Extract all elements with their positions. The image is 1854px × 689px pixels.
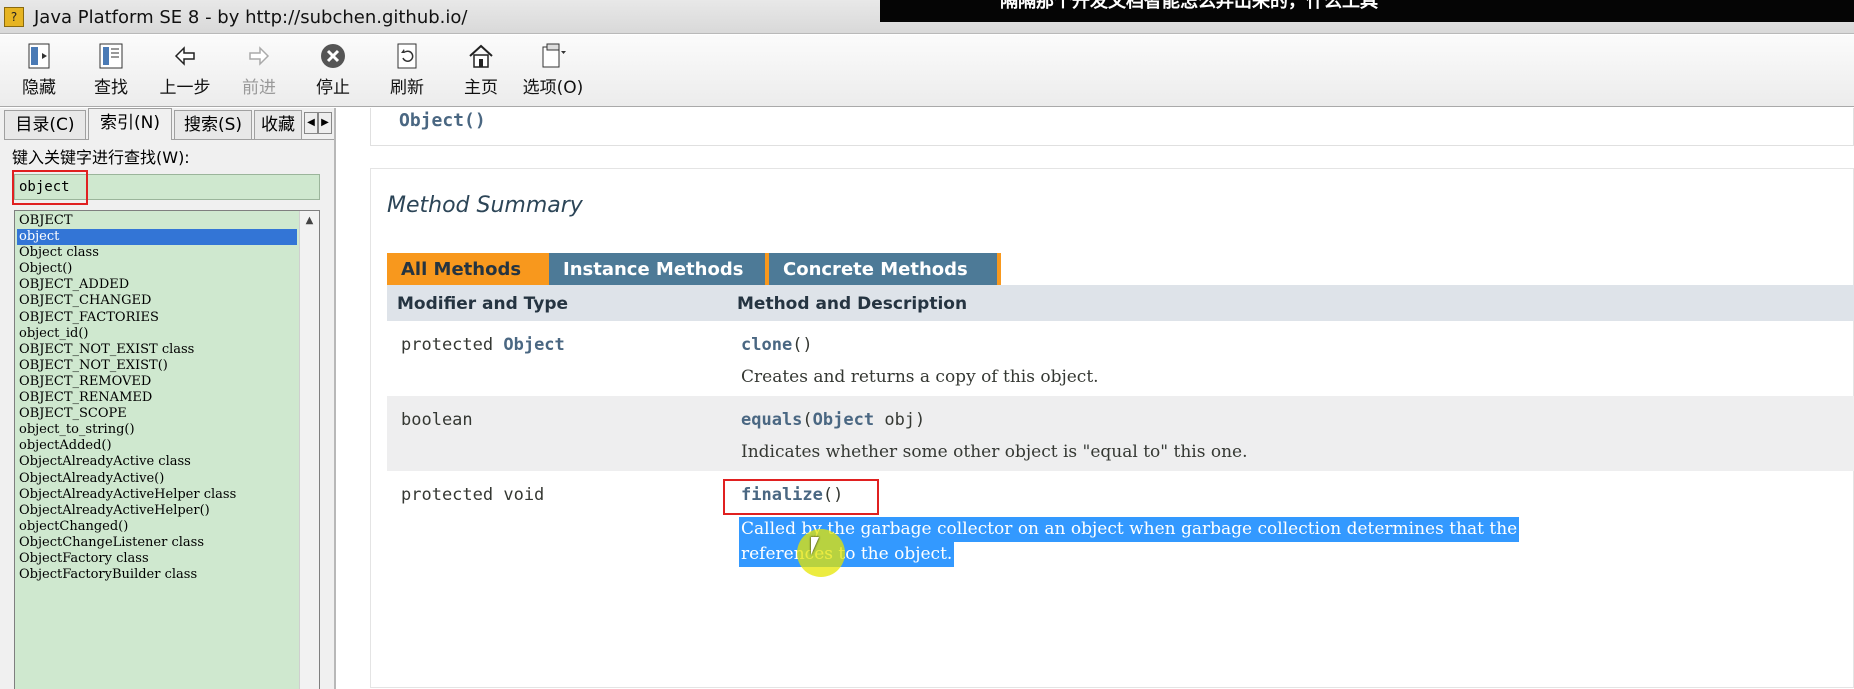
window-title-bar: ? Java Platform SE 8 - by http://subchen…	[0, 0, 1854, 34]
index-results-list[interactable]: OBJECT object Object class Object() OBJECT_A…	[14, 210, 320, 689]
list-item[interactable]: OBJECT_RENAMED	[17, 390, 297, 406]
table-header: Modifier and Type Method and Description	[387, 285, 1854, 321]
tab-scroll-right-icon[interactable]: ▶	[318, 112, 332, 134]
back-arrow-icon	[174, 46, 195, 66]
options-button[interactable]: 选项(O)	[516, 41, 590, 101]
table-row: boolean equals(Object obj) Indicates whe…	[387, 396, 1854, 471]
list-item[interactable]: ObjectAlreadyActiveHelper()	[17, 503, 297, 519]
options-icon	[542, 43, 566, 68]
scroll-up-icon[interactable]: ▲	[300, 215, 319, 226]
modifier-type: boolean	[401, 410, 473, 430]
method-link-clone[interactable]: clone	[741, 335, 792, 355]
finalize-highlight-box	[723, 479, 879, 515]
tab-instance-methods[interactable]: Instance Methods	[549, 253, 769, 285]
list-item[interactable]: objectAdded()	[17, 438, 297, 454]
method-summary-title: Method Summary	[387, 193, 583, 218]
list-item[interactable]: ObjectAlreadyActiveHelper class	[17, 487, 297, 503]
nav-tabs: 目录(C) 索引(N) 搜索(S) 收藏 ◀ ▶	[4, 108, 334, 140]
modifier-type: protected Object	[401, 335, 565, 355]
list-item[interactable]: OBJECT_REMOVED	[17, 374, 297, 390]
results-items: OBJECT object Object class Object() OBJECT_A…	[17, 213, 297, 583]
tab-favorites[interactable]: 收藏	[254, 110, 302, 139]
list-item[interactable]: ObjectAlreadyActive()	[17, 471, 297, 487]
refresh-icon	[397, 43, 417, 69]
list-item[interactable]: OBJECT_ADDED	[17, 277, 297, 293]
keyword-input[interactable]	[14, 174, 320, 200]
video-caption-overlay: 隔隔那个开发文档智能怎么弄出来的，什么工具	[880, 0, 1854, 22]
constructor-link[interactable]: Object()	[399, 110, 486, 131]
list-item[interactable]: OBJECT_NOT_EXIST class	[17, 342, 297, 358]
modifier-type: protected void	[401, 485, 545, 505]
column-header-method: Method and Description	[737, 294, 968, 314]
list-item[interactable]: Object class	[17, 245, 297, 261]
list-item[interactable]: OBJECT_NOT_EXIST()	[17, 358, 297, 374]
cursor-highlight	[797, 529, 845, 577]
method-signature: equals(Object obj)	[741, 410, 926, 430]
list-item[interactable]: Object()	[17, 261, 297, 277]
list-item[interactable]: object_id()	[17, 326, 297, 342]
method-signature: clone()	[741, 335, 813, 355]
hide-button[interactable]: 隐藏	[2, 41, 76, 101]
column-header-modifier: Modifier and Type	[397, 294, 569, 314]
method-description-selected: Called by the garbage collector on an ob…	[739, 517, 1520, 567]
table-row: protected Object clone() Creates and ret…	[387, 321, 1854, 396]
list-item[interactable]: ObjectChangeListener class	[17, 535, 297, 551]
list-item[interactable]: objectChanged()	[17, 519, 297, 535]
help-app-icon: ?	[4, 7, 24, 27]
home-button[interactable]: 主页	[444, 41, 518, 101]
list-item[interactable]: OBJECT_CHANGED	[17, 293, 297, 309]
results-scrollbar[interactable]: ▲	[299, 211, 319, 689]
locate-button[interactable]: 查找	[74, 41, 148, 101]
forward-arrow-icon	[249, 46, 270, 66]
tab-concrete-methods[interactable]: Concrete Methods	[769, 253, 1001, 285]
method-summary-table: Modifier and Type Method and Description…	[387, 285, 1854, 577]
mouse-cursor-icon	[811, 537, 819, 555]
method-summary-section: Method Summary All Methods Instance Meth…	[370, 168, 1854, 688]
type-link[interactable]: Object	[503, 335, 564, 355]
table-row: protected void finalize() Called by the …	[387, 471, 1854, 577]
constructor-box: Object()	[370, 108, 1854, 146]
method-description: Indicates whether some other object is "…	[741, 442, 1248, 462]
list-item[interactable]: ObjectFactoryBuilder class	[17, 567, 297, 583]
back-button[interactable]: 上一步	[148, 41, 222, 101]
param-type-link[interactable]: Object	[813, 410, 874, 430]
forward-button[interactable]: 前进	[222, 41, 296, 101]
list-item[interactable]: OBJECT	[17, 213, 297, 229]
tab-scroll-left-icon[interactable]: ◀	[304, 112, 318, 134]
method-link-equals[interactable]: equals	[741, 410, 802, 430]
stop-icon	[321, 44, 345, 68]
tab-index[interactable]: 索引(N)	[88, 108, 172, 140]
list-item[interactable]: ObjectAlreadyActive class	[17, 454, 297, 470]
list-item[interactable]: OBJECT_SCOPE	[17, 406, 297, 422]
refresh-button[interactable]: 刷新	[370, 41, 444, 101]
window-title: Java Platform SE 8 - by http://subchen.g…	[34, 7, 468, 28]
stop-button[interactable]: 停止	[296, 41, 370, 101]
list-item[interactable]: object	[17, 229, 297, 246]
hide-icon	[28, 43, 50, 69]
keyword-prompt-label: 键入关键字进行查找(W):	[12, 148, 190, 167]
navigation-pane: 目录(C) 索引(N) 搜索(S) 收藏 ◀ ▶ 键入关键字进行查找(W): OB…	[0, 108, 336, 689]
doc-content: Object() Method Summary All Methods Inst…	[338, 108, 1854, 689]
tab-scroll-arrows: ◀ ▶	[304, 112, 334, 134]
tab-search[interactable]: 搜索(S)	[174, 110, 252, 139]
method-description: Creates and returns a copy of this objec…	[741, 367, 1099, 387]
toolbar: 隐藏 查找 上一步 前进 停止 刷新 主页 选项(O)	[0, 35, 1854, 107]
list-item[interactable]: object_to_string()	[17, 422, 297, 438]
locate-icon	[99, 43, 123, 69]
list-item[interactable]: OBJECT_FACTORIES	[17, 310, 297, 326]
tab-contents[interactable]: 目录(C)	[4, 110, 86, 139]
list-item[interactable]: ObjectFactory class	[17, 551, 297, 567]
index-tab-panel: 键入关键字进行查找(W): OBJECTobjectObject classOb…	[4, 139, 334, 689]
home-icon	[469, 44, 493, 68]
tab-all-methods[interactable]: All Methods	[387, 253, 549, 285]
